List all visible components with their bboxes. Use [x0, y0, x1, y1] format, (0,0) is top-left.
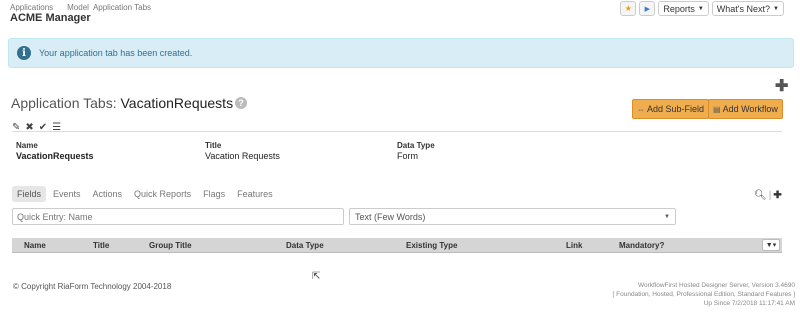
column-chooser-dropdown[interactable]: ▼▾: [762, 239, 780, 251]
column-header-name[interactable]: Name: [24, 241, 46, 250]
workflow-icon: ▤: [713, 104, 721, 114]
data-type-value: Form: [397, 151, 418, 161]
column-header-title[interactable]: Title: [93, 241, 109, 250]
mouse-cursor-icon: ⇱: [312, 271, 321, 282]
reports-label: Reports: [663, 3, 695, 14]
breadcrumb-applications[interactable]: Applications: [10, 3, 53, 12]
title-value: Vacation Requests: [205, 151, 280, 161]
add-icon[interactable]: ✚: [775, 76, 788, 96]
success-alert: i Your application tab has been created.: [8, 38, 794, 68]
whats-next-label: What's Next?: [716, 3, 771, 14]
name-label: Name: [16, 141, 38, 150]
info-icon: i: [17, 46, 31, 60]
column-header-mandatory[interactable]: Mandatory?: [619, 241, 664, 250]
quick-entry-input[interactable]: [12, 208, 344, 225]
whats-next-button[interactable]: What's Next? ▼: [711, 1, 784, 16]
help-icon[interactable]: ?: [235, 97, 247, 109]
server-version: WorkflowFirst Hosted Designer Server, Ve…: [637, 282, 795, 289]
reports-button[interactable]: Reports ▼: [658, 1, 709, 16]
subfield-icon: ⇔: [637, 104, 645, 114]
data-type-label: Data Type: [397, 141, 435, 150]
top-toolbar: ★ ▶ Reports ▼ What's Next? ▼: [620, 1, 784, 16]
tab-tools: 🔍︎ | ✚: [754, 190, 782, 201]
search-icon[interactable]: 🔍︎: [754, 190, 767, 201]
tab-features[interactable]: Features: [232, 186, 278, 202]
add-subfield-button[interactable]: ⇔ Add Sub-Field: [632, 99, 710, 119]
caret-down-icon: ▼: [664, 213, 670, 220]
caret-down-icon: ▼: [773, 5, 779, 12]
data-type-select[interactable]: Text (Few Words) ▼: [349, 208, 676, 225]
tab-actions[interactable]: Actions: [88, 186, 128, 202]
separator: |: [768, 190, 772, 201]
play-icon[interactable]: ▶: [639, 1, 656, 16]
page-title-prefix: Application Tabs:: [11, 95, 117, 111]
column-header-existing-type[interactable]: Existing Type: [406, 241, 457, 250]
server-info: WorkflowFirst Hosted Designer Server, Ve…: [613, 281, 795, 308]
tab-flags[interactable]: Flags: [198, 186, 230, 202]
add-workflow-label: Add Workflow: [722, 104, 778, 114]
copyright: © Copyright RiaForm Technology 2004-2018: [13, 282, 172, 291]
star-icon[interactable]: ★: [620, 1, 637, 16]
data-type-select-value: Text (Few Words): [355, 211, 426, 222]
title-label: Title: [205, 141, 222, 150]
alert-message: Your application tab has been created.: [39, 48, 193, 58]
add-subfield-label: Add Sub-Field: [647, 104, 705, 114]
tab-bar: Fields Events Actions Quick Reports Flag…: [12, 186, 278, 202]
add-workflow-button[interactable]: ▤ Add Workflow: [708, 99, 783, 119]
divider: [12, 131, 782, 132]
breadcrumb-application-tabs[interactable]: Application Tabs: [93, 3, 151, 12]
tab-fields[interactable]: Fields: [12, 186, 47, 202]
add-field-icon[interactable]: ✚: [773, 190, 781, 201]
breadcrumb-model[interactable]: Model: [67, 3, 89, 12]
tab-events[interactable]: Events: [48, 186, 86, 202]
server-edition: [ Foundation, Hosted, Professional Editi…: [612, 291, 795, 298]
page-title-name: VacationRequests: [120, 95, 234, 111]
column-header-data-type[interactable]: Data Type: [286, 241, 324, 250]
fields-table-header: Name Title Group Title Data Type Existin…: [12, 238, 782, 253]
caret-down-icon: ▼: [697, 5, 704, 12]
tab-quick-reports[interactable]: Quick Reports: [129, 186, 196, 202]
breadcrumb: Applications Model Application Tabs: [10, 3, 155, 12]
page-title: Application Tabs: VacationRequests: [11, 95, 233, 111]
name-value: VacationRequests: [16, 151, 94, 161]
column-header-link[interactable]: Link: [566, 241, 582, 250]
column-header-group-title[interactable]: Group Title: [149, 241, 192, 250]
app-name: ACME Manager: [10, 12, 91, 24]
server-uptime: Up Since 7/2/2018 11:17:41 AM: [703, 300, 795, 307]
